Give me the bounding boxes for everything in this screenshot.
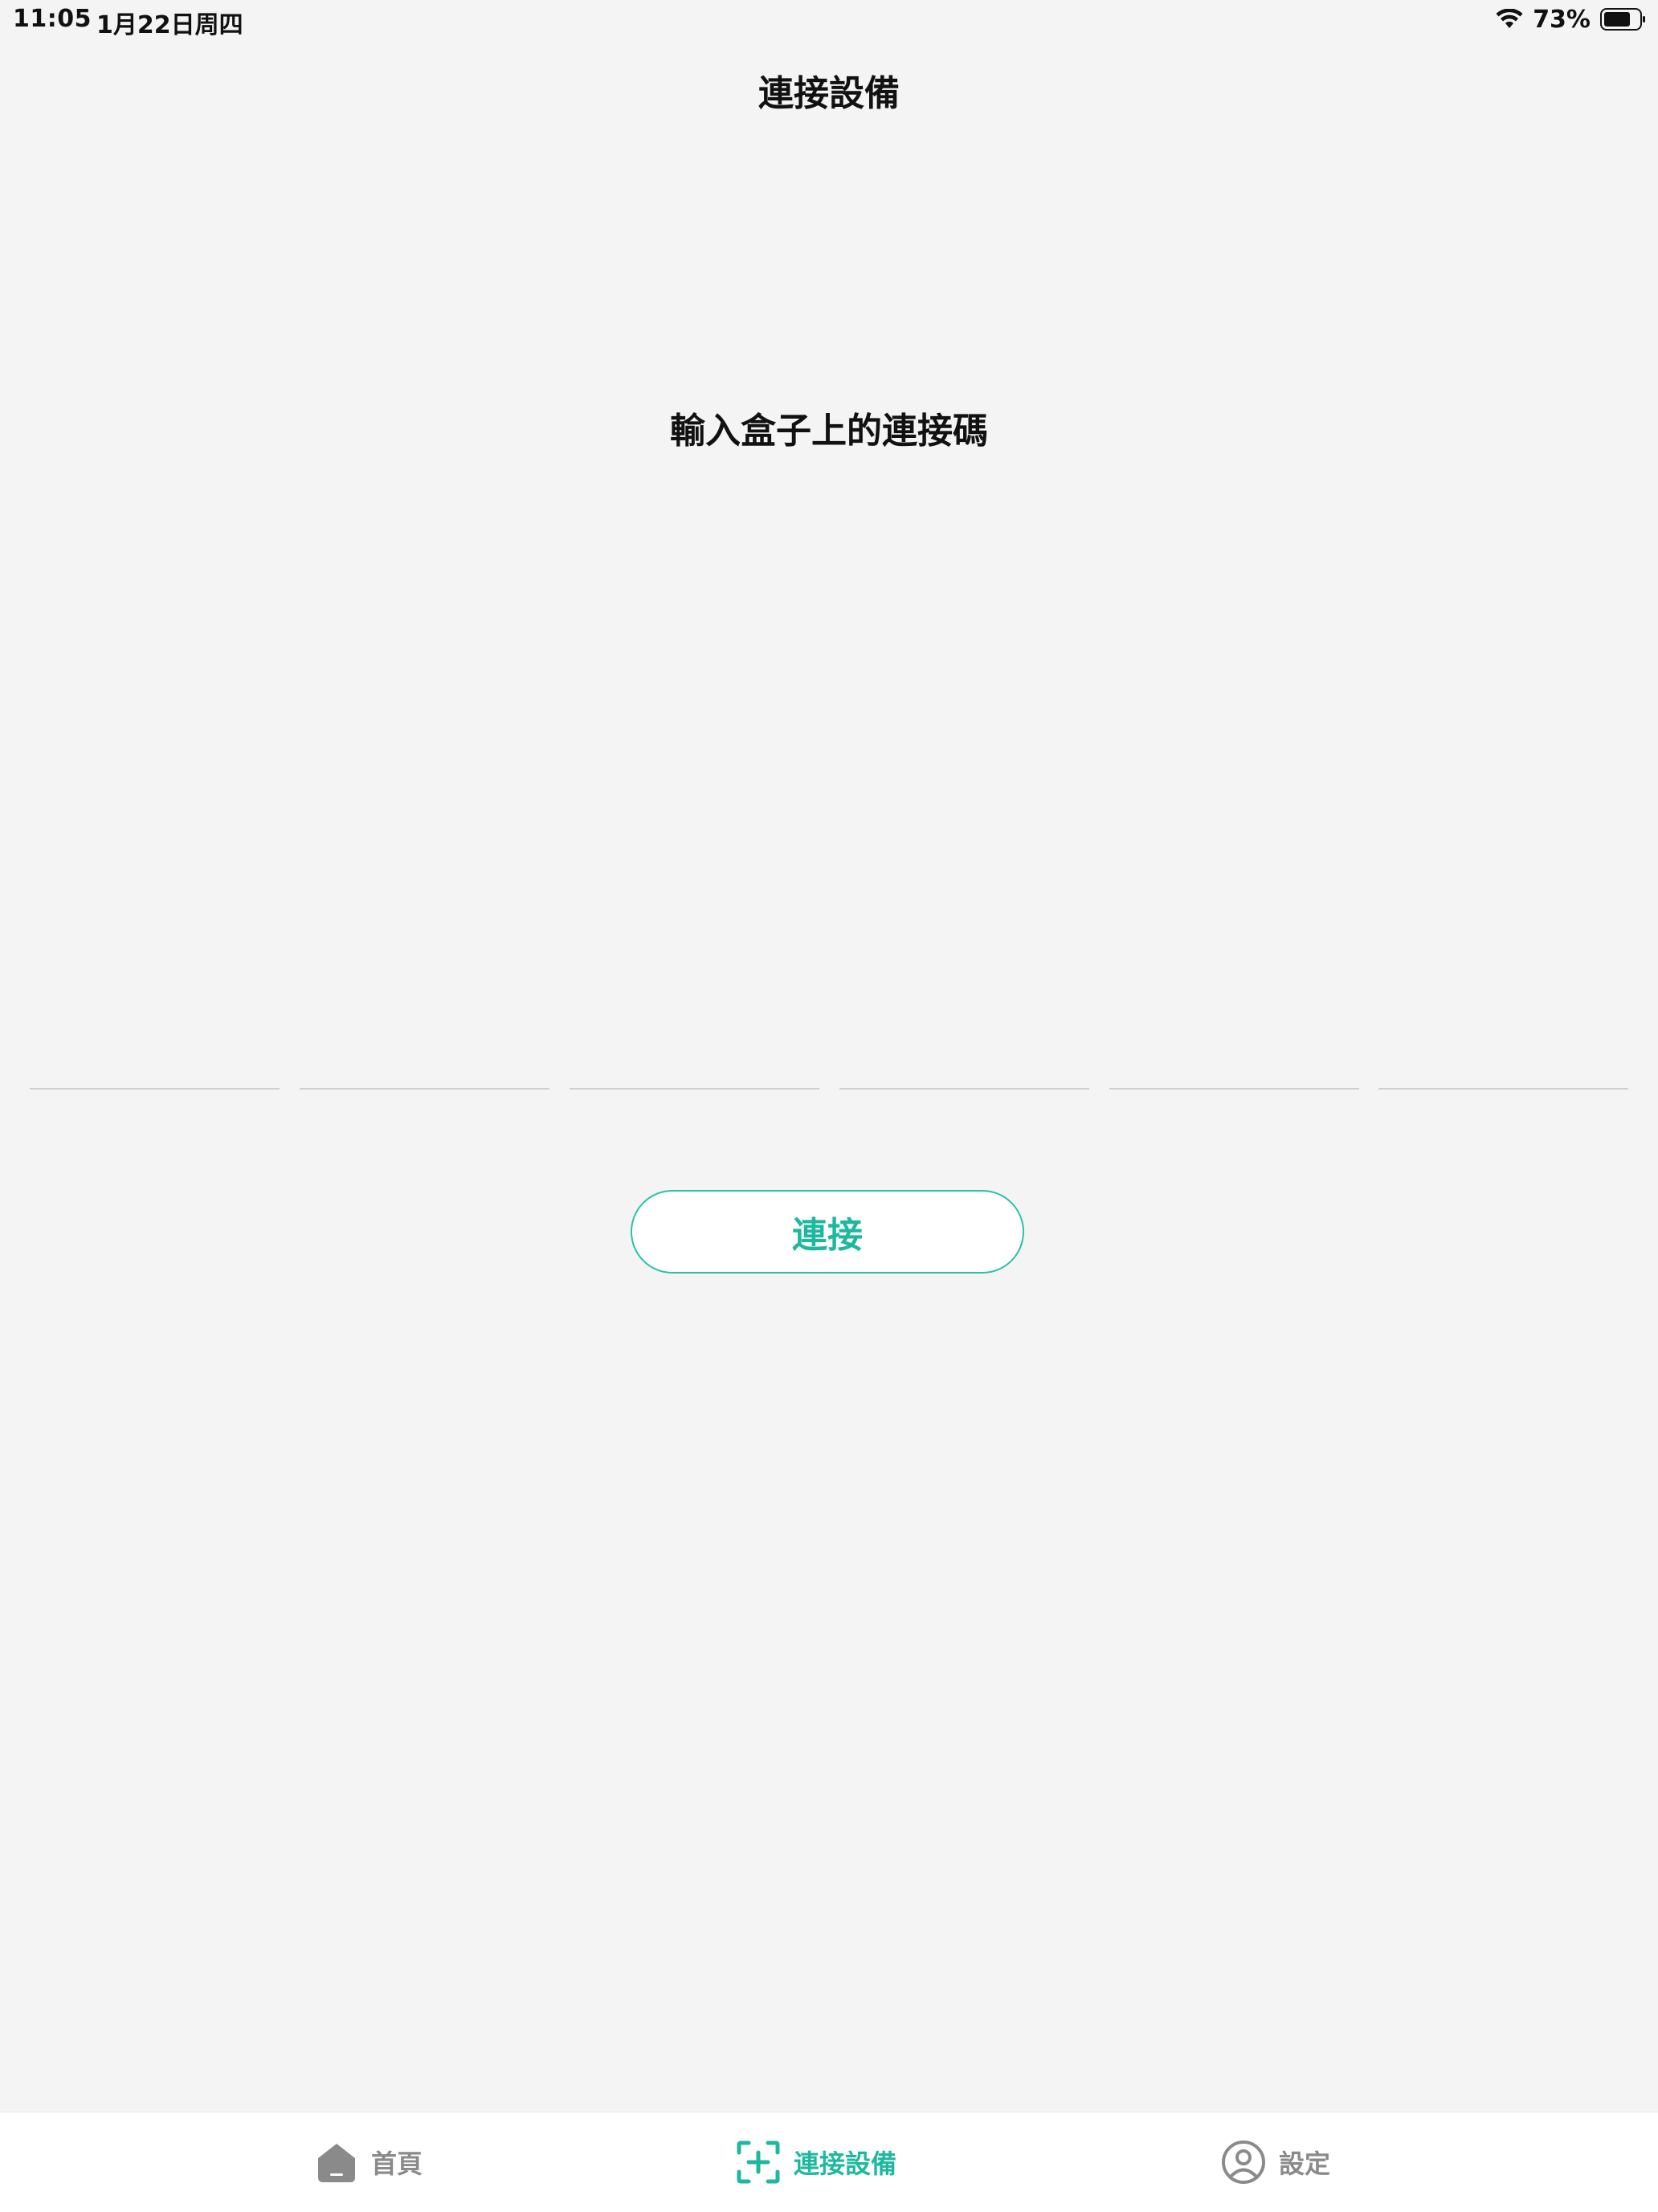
code-digit-field-1[interactable] [30, 1041, 280, 1090]
connect-button[interactable]: 連接 [631, 1190, 1024, 1274]
code-digit-field-6[interactable] [1378, 1041, 1628, 1090]
status-date: 1月22日周四 [96, 11, 243, 39]
status-time: 11:05 [13, 5, 92, 33]
tab-settings-label: 設定 [1279, 2149, 1331, 2179]
tab-bar: 首頁 連接設備 設定 [0, 2112, 1658, 2212]
home-icon [315, 2140, 358, 2184]
tab-connect-device[interactable]: 連接設備 [736, 2112, 896, 2212]
code-digit-field-3[interactable] [570, 1041, 819, 1090]
user-icon [1221, 2140, 1266, 2185]
battery-icon [1600, 8, 1647, 31]
status-bar: 11:05 1月22日周四 73% [0, 0, 1658, 39]
connection-code-input [30, 1041, 1628, 1090]
code-digit-field-4[interactable] [839, 1041, 1089, 1090]
connection-code-prompt: 輸入盒子上的連接碼 [670, 411, 988, 452]
tab-connect-device-label: 連接設備 [794, 2149, 897, 2179]
scan-add-icon [736, 2140, 781, 2185]
code-digit-field-5[interactable] [1109, 1041, 1359, 1090]
battery-percentage: 73% [1533, 5, 1591, 34]
connect-button-label: 連接 [792, 1215, 863, 1256]
page-title: 連接設備 [758, 73, 900, 114]
tab-home-label: 首頁 [371, 2149, 423, 2179]
code-digit-field-2[interactable] [300, 1041, 549, 1090]
status-indicators: 73% [1496, 5, 1647, 34]
wifi-icon [1496, 9, 1523, 30]
tab-home[interactable]: 首頁 [315, 2112, 423, 2212]
tab-settings[interactable]: 設定 [1221, 2112, 1330, 2212]
